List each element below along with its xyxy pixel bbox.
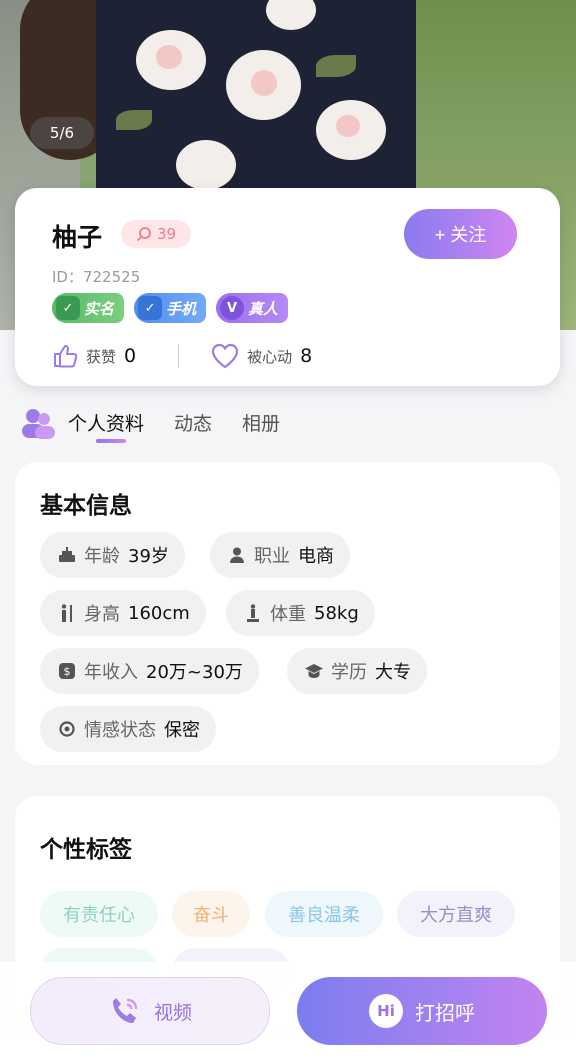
info-value: 保密: [164, 720, 200, 741]
personality-tag: 奋斗: [172, 891, 250, 937]
photo-counter: 5/6: [30, 117, 94, 149]
svg-text:$: $: [64, 665, 71, 678]
hearts-stat: 被心动 8: [211, 343, 312, 369]
badge-label: 真人: [248, 299, 279, 318]
hearts-label: 被心动: [247, 347, 293, 366]
info-chip-age: 年龄 39岁: [40, 532, 185, 578]
height-icon: [58, 604, 76, 622]
income-icon: $: [58, 662, 76, 680]
personality-title: 个性标签: [40, 837, 132, 863]
likes-label: 获赞: [86, 347, 117, 366]
profile-card: 柚子 39 + 关注 ID：722525 ✓ 实名 ✓ 手机 V 真人 获赞 0: [15, 188, 560, 386]
hearts-count: 8: [300, 345, 313, 367]
basic-info-section: 基本信息 年龄 39岁 职业 电商 身高 160cm 体重 58kg $ 年收入…: [15, 462, 560, 765]
personality-tag: 善良温柔: [265, 891, 383, 937]
personality-tag: 有责任心: [40, 891, 158, 937]
info-key: 情感状态: [84, 720, 156, 741]
video-phone-icon: [112, 998, 138, 1023]
stats-divider: [178, 344, 180, 368]
profile-stats: 获赞 0 被心动 8: [52, 343, 312, 369]
bottom-action-bar: 视频 Hi 打招呼: [0, 962, 576, 1060]
info-chip-weight: 体重 58kg: [226, 590, 375, 636]
phone-badge: ✓ 手机: [134, 293, 207, 323]
likes-stat: 获赞 0: [52, 343, 136, 369]
verification-badges: ✓ 实名 ✓ 手机 V 真人: [52, 293, 289, 323]
info-value: 电商: [298, 546, 334, 567]
info-key: 年龄: [84, 546, 120, 567]
search-icon: [137, 227, 151, 241]
info-key: 学历: [331, 662, 367, 683]
info-chip-education: 学历 大专: [287, 648, 427, 694]
badge-label: 手机: [166, 299, 197, 318]
real-person-badge: V 真人: [216, 293, 289, 323]
heart-icon: [212, 343, 239, 369]
info-value: 大专: [375, 662, 411, 683]
info-value: 58kg: [314, 602, 359, 624]
greet-button[interactable]: Hi 打招呼: [297, 977, 547, 1045]
follow-button[interactable]: + 关注: [404, 209, 517, 259]
tab-moments[interactable]: 动态: [174, 405, 212, 436]
education-icon: [305, 662, 323, 680]
photo-dress: [96, 0, 416, 220]
info-key: 身高: [84, 604, 120, 625]
shield-check-icon: ✓: [56, 296, 80, 320]
person-icon: [228, 546, 246, 564]
profile-tab-icon: [22, 409, 55, 439]
v-icon: V: [220, 296, 245, 320]
greet-label: 打招呼: [415, 1000, 475, 1025]
user-id: ID：722525: [52, 268, 141, 286]
cake-icon: [58, 546, 76, 564]
info-key: 职业: [254, 546, 290, 567]
video-label: 视频: [153, 1001, 192, 1024]
user-name: 柚子: [52, 223, 103, 252]
info-chip-occupation: 职业 电商: [210, 532, 350, 578]
basic-info-title: 基本信息: [40, 493, 132, 519]
info-value: 160cm: [128, 602, 190, 624]
info-chip-height: 身高 160cm: [40, 590, 206, 636]
thumbs-up-icon: [54, 345, 78, 368]
badge-label: 实名: [84, 299, 115, 318]
real-name-badge: ✓ 实名: [52, 293, 125, 323]
video-call-button[interactable]: 视频: [30, 977, 270, 1045]
info-chip-income: $ 年收入 20万~30万: [40, 648, 259, 694]
tab-profile[interactable]: 个人资料: [68, 405, 144, 443]
info-key: 年收入: [84, 662, 138, 683]
profile-tabs: 个人资料 动态 相册: [20, 405, 310, 455]
info-value: 20万~30万: [146, 662, 243, 683]
level-badge: 39: [121, 220, 191, 248]
level-value: 39: [156, 225, 177, 243]
phone-check-icon: ✓: [138, 296, 163, 320]
tab-album[interactable]: 相册: [242, 405, 280, 436]
relationship-icon: [58, 720, 76, 738]
personality-tag: 大方直爽: [397, 891, 515, 937]
info-chip-relationship: 情感状态 保密: [40, 706, 216, 752]
info-key: 体重: [270, 604, 306, 625]
hi-icon: Hi: [369, 994, 403, 1028]
likes-count: 0: [124, 345, 137, 367]
info-value: 39岁: [128, 546, 169, 567]
weight-icon: [244, 604, 262, 622]
